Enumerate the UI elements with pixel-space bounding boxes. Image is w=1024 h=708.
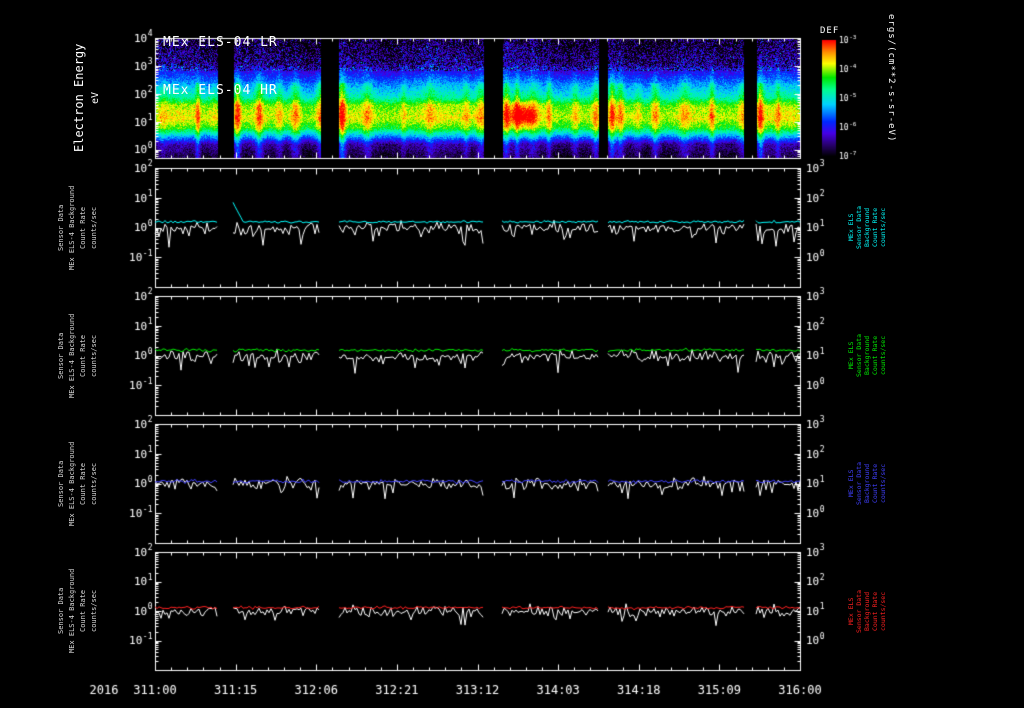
plot-title-hr: MEx ELS-04 HR [163, 83, 278, 98]
right-label-line: counts/sec [879, 463, 887, 504]
left-label-line: Sensor Data [57, 332, 65, 379]
right-label-line: counts/sec [879, 591, 887, 631]
panel-2-right-label: MEx ELS Sensor Data Background Count Rat… [847, 296, 887, 415]
right-label-line: counts/sec [879, 207, 887, 248]
left-label-line: Sensor Data [57, 587, 65, 635]
right-label-line: counts/sec [879, 335, 887, 376]
right-label-line: Background [863, 591, 871, 631]
left-label-line: counts/sec [90, 589, 98, 633]
left-label-line: Count Rate [79, 206, 87, 249]
right-label-line: Background [863, 207, 871, 248]
panel-2-left-label: Sensor Data MEx ELS-4 Background Count R… [56, 296, 100, 415]
right-label-line: Count Rate [871, 591, 879, 631]
left-label-line: MEx ELS-4 Background [68, 568, 76, 654]
left-label-line: counts/sec [90, 462, 98, 505]
panel-4-left-label: Sensor Data MEx ELS-4 Background Count R… [56, 552, 100, 670]
right-label-line: Sensor Data [855, 205, 863, 250]
right-label-line: MEx ELS [847, 341, 855, 370]
panel-3-left-label: Sensor Data MEx ELS-4 Background Count R… [56, 424, 100, 543]
panel-3-right-label: MEx ELS Sensor Data Background Count Rat… [847, 424, 887, 543]
colorbar-title: DEF [820, 26, 840, 36]
spectrogram-y-axis-label: Electron Energy [72, 43, 86, 153]
panel-1-right-label: MEx ELS Sensor Data Background Count Rat… [847, 168, 887, 287]
left-label-line: MEx ELS-4 Background [68, 441, 76, 526]
panel-4-right-label: MEx ELS Sensor Data Background Count Rat… [847, 552, 887, 670]
colorbar-units-label: ergs/(cm**2-s-sr-eV) [886, 14, 896, 143]
left-label-line: counts/sec [90, 334, 98, 377]
right-label-line: Count Rate [871, 463, 879, 504]
right-label-line: MEx ELS [847, 597, 855, 625]
spectrogram-page: MEx ELS-04 LR MEx ELS-04 HR Electron Ene… [0, 0, 1024, 708]
plot-title-lr: MEx ELS-04 LR [163, 35, 278, 50]
right-label-line: Background [863, 463, 871, 504]
panel-1-left-label: Sensor Data MEx ELS-4 Background Count R… [56, 168, 100, 287]
left-label-line: Count Rate [79, 589, 87, 633]
right-label-line: Sensor Data [855, 589, 863, 633]
left-label-line: MEx ELS-4 Background [68, 313, 76, 398]
right-label-line: Sensor Data [855, 333, 863, 378]
right-label-line: Count Rate [871, 207, 879, 248]
right-label-line: MEx ELS [847, 213, 855, 242]
right-label-line: Count Rate [871, 335, 879, 376]
left-label-line: Count Rate [79, 462, 87, 505]
right-label-line: Background [863, 335, 871, 376]
left-label-line: MEx ELS-4 Background [68, 185, 76, 270]
left-label-line: counts/sec [90, 206, 98, 249]
left-label-line: Sensor Data [57, 460, 65, 507]
right-label-line: MEx ELS [847, 469, 855, 498]
spectrogram-y-axis-units: eV [90, 91, 101, 105]
left-label-line: Sensor Data [57, 204, 65, 251]
plot-title-block: MEx ELS-04 LR MEx ELS-04 HR [163, 3, 278, 131]
right-label-line: Sensor Data [855, 461, 863, 506]
left-label-line: Count Rate [79, 334, 87, 377]
